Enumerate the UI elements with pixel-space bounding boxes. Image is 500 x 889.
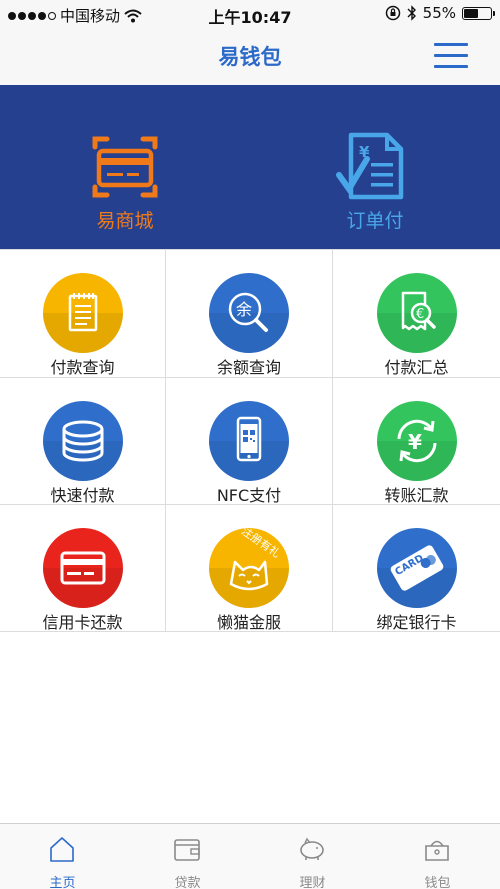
tab-label: 贷款	[174, 876, 201, 889]
tab-label: 理财	[299, 876, 326, 889]
grid-item-bind-bank-card[interactable]: CARD 绑定银行卡	[333, 505, 500, 632]
rotation-lock-icon	[385, 5, 400, 21]
yuan-document-icon: ¥	[336, 132, 404, 200]
purse-icon	[425, 840, 449, 861]
icon-circle	[209, 401, 289, 481]
hamburger-icon-line	[434, 54, 468, 57]
svg-text:€: €	[416, 307, 424, 322]
home-icon	[50, 837, 74, 862]
grid-item-label: 快速付款	[50, 486, 115, 505]
svg-text:¥: ¥	[408, 430, 422, 454]
icon-circle: €	[376, 273, 457, 353]
credit-card-icon	[60, 551, 105, 585]
status-bar: 中国移动 上午10:47 55%	[0, 0, 500, 28]
menu-button[interactable]	[430, 41, 470, 71]
phone-qr-icon	[236, 416, 262, 462]
grid-item-label: 付款查询	[50, 358, 115, 377]
grid-item-label: 余额查询	[216, 358, 281, 377]
grid-item-label: 绑定银行卡	[376, 613, 457, 632]
banner-label: 订单付	[346, 210, 404, 232]
battery-icon	[462, 6, 495, 20]
coin-stack-icon	[62, 420, 103, 462]
banner: 易商城 ¥ 订单付	[0, 85, 500, 249]
icon-circle: ¥	[376, 401, 457, 481]
battery-percent: 55%	[422, 4, 456, 22]
tab-label: 钱包	[424, 876, 451, 889]
banner-item-mall[interactable]: 易商城	[0, 85, 250, 249]
grid-item-credit-card-repay[interactable]: 信用卡还款	[0, 505, 166, 632]
grid-item-nfc-pay[interactable]: NFC支付	[166, 378, 333, 505]
grid-item-balance-query[interactable]: 余 余额查询	[166, 250, 333, 378]
icon-circle	[42, 273, 123, 353]
tab-finance[interactable]: 理财	[250, 824, 375, 889]
card-frame-icon	[92, 136, 158, 198]
receipt-euro-icon: €	[401, 291, 436, 331]
grid-item-lazycat-finance[interactable]: 注册有礼 懒猫金服	[166, 505, 333, 632]
tab-bar: 主页 贷款 理财 钱包	[0, 823, 500, 889]
tab-wallet[interactable]: 钱包	[375, 824, 500, 889]
bank-card-icon	[390, 545, 443, 591]
grid-item-payment-query[interactable]: 付款查询	[0, 250, 166, 378]
icon-circle: 注册有礼	[209, 528, 289, 608]
wallet-icon	[174, 839, 200, 861]
hamburger-icon-line	[434, 65, 468, 68]
icon-circle	[42, 401, 123, 481]
hamburger-icon	[434, 43, 468, 46]
banner-label: 易商城	[96, 210, 154, 232]
banner-item-order-pay[interactable]: ¥ 订单付	[250, 85, 500, 249]
nav-bar: 易钱包	[0, 28, 500, 85]
svg-text:余: 余	[236, 300, 252, 319]
grid-item-quick-pay[interactable]: 快速付款	[0, 378, 166, 505]
grid-item-label: 信用卡还款	[42, 613, 123, 632]
icon-circle: CARD	[376, 528, 457, 608]
function-grid: 付款查询 余 余额查询 € 付款汇总 快速付款 NFC支付 ¥ 转账汇款 信用卡…	[0, 249, 500, 632]
yuan-transfer-icon: ¥	[397, 419, 436, 463]
icon-circle	[42, 528, 123, 608]
grid-item-transfer[interactable]: ¥ 转账汇款	[333, 378, 500, 505]
grid-item-label: 懒猫金服	[216, 613, 281, 632]
page-title: 易钱包	[218, 45, 282, 69]
grid-item-label: NFC支付	[216, 486, 282, 505]
icon-circle: 余	[209, 273, 289, 353]
status-right: 55%	[385, 4, 495, 22]
grid-item-payment-summary[interactable]: € 付款汇总	[333, 250, 500, 378]
notepad-icon	[68, 293, 97, 332]
balance-search-icon: 余	[228, 292, 268, 332]
tab-label: 主页	[49, 876, 76, 889]
tab-loan[interactable]: 贷款	[125, 824, 250, 889]
bluetooth-icon	[407, 5, 416, 21]
grid-item-label: 付款汇总	[384, 358, 449, 377]
piggy-bank-icon	[300, 837, 324, 860]
grid-item-label: 转账汇款	[384, 486, 449, 505]
tab-home[interactable]: 主页	[0, 824, 125, 889]
